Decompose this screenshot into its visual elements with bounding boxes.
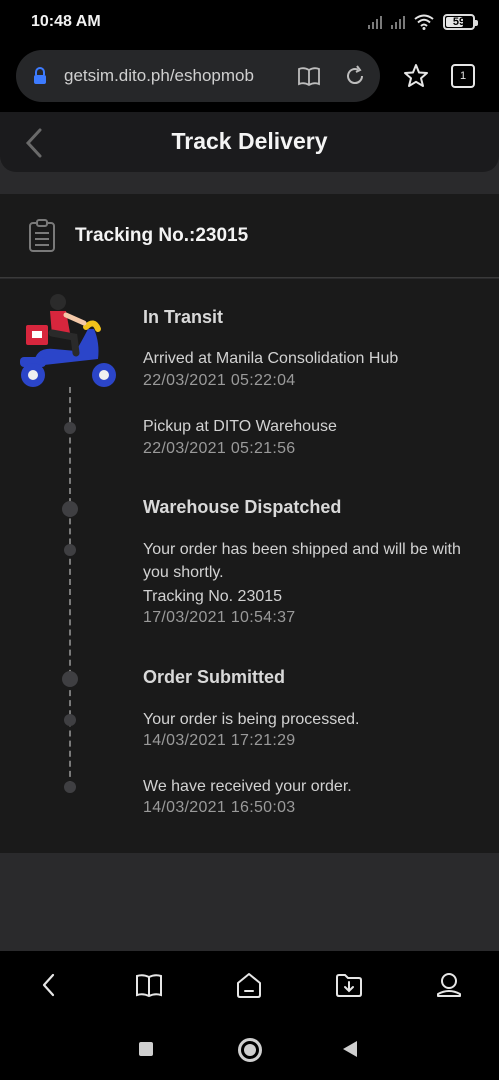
event-time: 14/03/2021 16:50:03	[143, 799, 296, 816]
delivery-timeline: In Transit Arrived at Manila Consolidati…	[0, 279, 499, 853]
tabs-icon[interactable]: 1	[451, 64, 475, 88]
event-time: 17/03/2021 10:54:37	[143, 609, 296, 626]
url-text[interactable]: getsim.dito.ph/eshopmob	[64, 66, 254, 86]
star-icon[interactable]	[402, 62, 430, 90]
stage-title: In Transit	[143, 307, 224, 327]
clipboard-icon	[29, 219, 55, 252]
stage-title: Warehouse Dispatched	[143, 497, 342, 517]
timeline-stage-dot	[62, 501, 78, 517]
event-text: We have received your order.	[143, 778, 352, 795]
status-time: 10:48 AM	[31, 13, 101, 30]
back-icon[interactable]	[35, 970, 65, 1000]
system-icons: 59	[368, 13, 478, 31]
profile-icon[interactable]	[434, 970, 464, 1000]
tracking-number: Tracking No.:23015	[75, 225, 249, 246]
event-time: 22/03/2021 05:22:04	[143, 372, 296, 389]
timeline-dot	[64, 544, 76, 556]
back-button[interactable]	[343, 1041, 357, 1057]
browser-bottom-nav	[0, 951, 499, 1021]
tab-count: 1	[459, 70, 467, 82]
wifi-icon	[414, 14, 434, 30]
timeline-line	[69, 387, 71, 787]
event-text: Arrived at Manila Consolidation Hub	[143, 350, 399, 367]
event-text: Pickup at DITO Warehouse	[143, 418, 337, 435]
bookmarks-icon[interactable]	[134, 970, 164, 1000]
event-text: Your order is being processed.	[143, 711, 360, 728]
timeline-dot	[64, 781, 76, 793]
recents-button[interactable]	[139, 1042, 153, 1056]
stage-title: Order Submitted	[143, 667, 286, 687]
delivery-rider-icon	[20, 294, 116, 387]
timeline-stage-dot	[62, 671, 78, 687]
lock-icon	[34, 67, 46, 84]
page-header: Track Delivery	[0, 112, 499, 172]
signal-icon	[391, 15, 405, 29]
status-bar: 10:48 AM 59	[0, 0, 499, 44]
timeline-dot	[64, 714, 76, 726]
page-content: Track Delivery Tracking No.:23015 In Tra…	[0, 112, 499, 951]
event-text: Your order has been shipped and will be …	[143, 541, 461, 581]
battery-level: 59	[452, 16, 466, 28]
event-tracking-number: Tracking No. 23015	[143, 588, 283, 605]
home-icon[interactable]	[234, 970, 264, 1000]
home-button[interactable]	[238, 1038, 262, 1062]
system-navigation-bar	[0, 1021, 499, 1080]
downloads-icon[interactable]	[334, 970, 364, 1000]
signal-icon	[368, 15, 382, 29]
address-bar[interactable]: getsim.dito.ph/eshopmob	[16, 50, 380, 102]
reader-mode-icon[interactable]	[297, 64, 321, 88]
event-time: 22/03/2021 05:21:56	[143, 440, 296, 457]
tracking-card: Tracking No.:23015	[0, 194, 499, 278]
page-title: Track Delivery	[171, 128, 328, 154]
browser-toolbar: getsim.dito.ph/eshopmob 1	[0, 44, 499, 112]
event-time: 14/03/2021 17:21:29	[143, 732, 296, 749]
battery-icon: 59	[443, 14, 478, 30]
timeline-dot	[64, 422, 76, 434]
reload-icon[interactable]	[343, 64, 367, 88]
